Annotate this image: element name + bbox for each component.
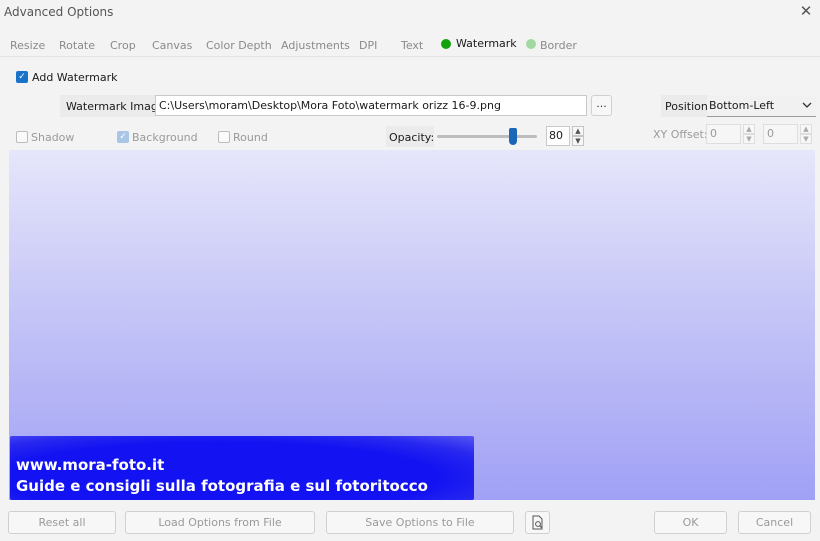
opacity-label: Opacity: [389,131,435,144]
x-offset-down-arrow-icon[interactable]: ▼ [743,134,755,144]
save-options-button[interactable]: Save Options to File [326,511,514,534]
file-preview-button[interactable] [525,511,550,534]
y-offset-up-arrow-icon[interactable]: ▲ [800,124,812,134]
opacity-slider-thumb[interactable] [509,128,517,145]
ok-button[interactable]: OK [654,511,727,534]
tab-canvas[interactable]: Canvas [152,39,192,52]
opacity-slider-track[interactable] [437,135,537,138]
background-checkbox[interactable]: ✓ [117,131,129,143]
tab-crop[interactable]: Crop [110,39,136,52]
tab-resize[interactable]: Resize [10,39,45,52]
tab-text[interactable]: Text [401,39,423,52]
opacity-value-field[interactable]: 80 [546,126,570,146]
y-offset-down-arrow-icon[interactable]: ▼ [800,134,812,144]
add-watermark-checkbox[interactable]: ✓ [16,71,28,83]
tab-adjustments[interactable]: Adjustments [281,39,350,52]
y-offset-field[interactable]: 0 [763,124,798,144]
shadow-checkbox[interactable] [16,131,28,143]
round-checkbox[interactable] [218,131,230,143]
watermark-image-path-field[interactable]: C:\Users\moram\Desktop\Mora Foto\waterma… [155,95,587,116]
close-icon[interactable]: ✕ [798,3,814,19]
window-title: Advanced Options [4,5,114,19]
tab-border[interactable]: Border [540,39,577,52]
watermark-status-dot-icon [441,39,451,49]
background-label: Background [132,131,198,144]
tab-rotate[interactable]: Rotate [59,39,95,52]
watermark-line-1: www.mora-foto.it [16,456,165,474]
tab-dpi[interactable]: DPI [359,39,377,52]
xy-offset-label: XY Offset: [653,128,708,141]
position-select-value: Bottom-Left [709,99,775,112]
opacity-down-arrow-icon[interactable]: ▼ [572,136,584,146]
opacity-up-arrow-icon[interactable]: ▲ [572,126,584,136]
load-options-button[interactable]: Load Options from File [125,511,315,534]
position-label: Position: [665,100,712,113]
x-offset-up-arrow-icon[interactable]: ▲ [743,124,755,134]
browse-button[interactable]: ... [591,95,612,116]
add-watermark-label: Add Watermark [32,71,118,84]
watermark-line-2: Guide e consigli sulla fotografia e sul … [16,477,428,495]
file-preview-icon [532,515,543,530]
cancel-button[interactable]: Cancel [738,511,811,534]
watermark-image-label: Watermark Image: [66,100,169,113]
border-status-dot-icon [526,39,536,49]
tab-color-depth[interactable]: Color Depth [206,39,272,52]
shadow-label: Shadow [31,131,75,144]
chevron-down-icon [802,102,812,108]
tab-divider [0,56,820,57]
x-offset-field[interactable]: 0 [706,124,741,144]
position-select[interactable]: Bottom-Left [707,95,816,117]
tab-watermark[interactable]: Watermark [456,37,517,50]
watermark-overlay: www.mora-foto.it Guide e consigli sulla … [10,436,474,500]
reset-all-button[interactable]: Reset all [8,511,116,534]
round-label: Round [233,131,268,144]
